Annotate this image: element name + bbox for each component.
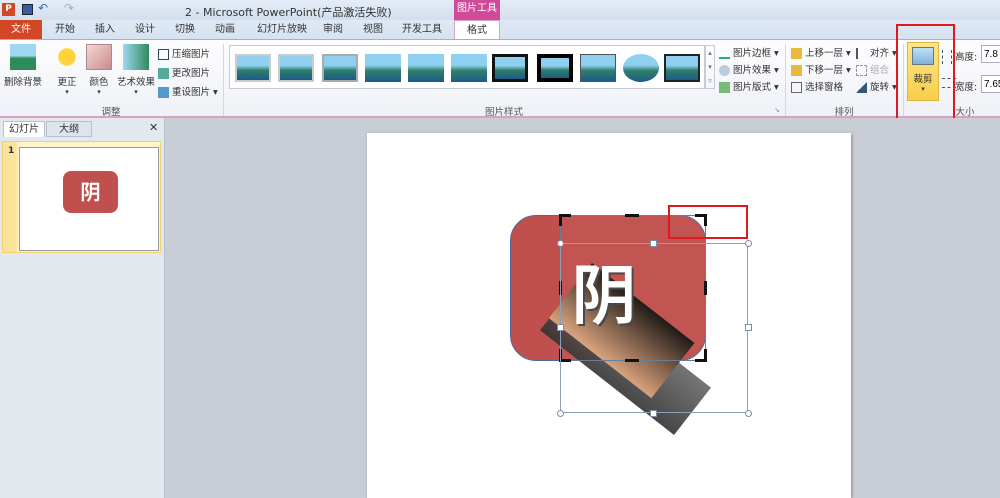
save-icon[interactable] xyxy=(22,4,33,15)
tab-format[interactable]: 格式 xyxy=(454,20,500,40)
width-label: 宽度: xyxy=(955,82,978,93)
style-thumb[interactable] xyxy=(537,54,573,82)
resize-handle[interactable] xyxy=(557,240,564,247)
crop-highlight-box xyxy=(896,24,955,129)
crop-handle[interactable] xyxy=(625,214,639,217)
rotate-button[interactable]: 旋转 ▾ xyxy=(856,79,897,93)
style-thumb[interactable] xyxy=(664,54,700,82)
style-thumb[interactable] xyxy=(365,54,401,82)
group-label-arrange: 排列 xyxy=(834,107,854,118)
resize-handle[interactable] xyxy=(745,410,752,417)
sun-icon xyxy=(54,44,80,70)
change-picture-button[interactable]: 更改图片 xyxy=(158,65,210,79)
ribbon-tabs: 文件 开始 插入 设计 切换 动画 幻灯片放映 审阅 视图 开发工具 格式 xyxy=(0,20,1000,40)
dialog-launcher-icon[interactable]: ↘ xyxy=(774,106,780,114)
resize-handle[interactable] xyxy=(650,410,657,417)
picture-styles-gallery[interactable] xyxy=(229,45,705,89)
redo-icon[interactable]: ↷ xyxy=(64,1,74,15)
style-thumb[interactable] xyxy=(492,54,528,82)
align-button[interactable]: 对齐 ▾ xyxy=(856,45,897,59)
tab-animations[interactable]: 动画 xyxy=(210,20,240,40)
tab-home[interactable]: 开始 xyxy=(50,20,80,40)
resize-handle[interactable] xyxy=(745,324,752,331)
picture-layout-button[interactable]: 图片版式 ▾ xyxy=(719,79,779,93)
artistic-effects-button[interactable]: 艺术效果 ▾ xyxy=(116,44,156,96)
image-bounds xyxy=(560,243,748,413)
style-thumb[interactable] xyxy=(278,54,314,82)
effects-icon xyxy=(719,65,730,76)
color-icon xyxy=(86,44,112,70)
send-backward-button[interactable]: 下移一层 ▾ xyxy=(791,62,851,76)
slides-pane: 幻灯片 大纲 ✕ 1 阴 xyxy=(0,118,165,498)
slide-thumbnail: 阴 xyxy=(19,147,159,251)
rotate-icon xyxy=(856,82,867,93)
style-thumb[interactable] xyxy=(408,54,444,82)
undo-icon[interactable]: ↶ xyxy=(38,1,48,15)
send-backward-icon xyxy=(791,65,802,76)
height-input[interactable] xyxy=(981,45,1000,63)
resize-handle[interactable] xyxy=(745,240,752,247)
align-icon xyxy=(856,48,867,59)
context-tab-label: 图片工具 xyxy=(454,0,500,20)
resize-handle[interactable] xyxy=(650,240,657,247)
style-thumb[interactable] xyxy=(451,54,487,82)
crop-handle[interactable] xyxy=(559,214,562,226)
title-bar: P ↶ ↷ 2 - Microsoft PowerPoint(产品激活失败) 图… xyxy=(0,0,1000,20)
style-thumb[interactable] xyxy=(235,54,271,82)
tab-slideshow[interactable]: 幻灯片放映 xyxy=(252,20,312,40)
divider xyxy=(223,44,224,116)
group-label-styles: 图片样式 xyxy=(484,107,523,118)
tab-design[interactable]: 设计 xyxy=(130,20,160,40)
pencil-icon xyxy=(719,48,730,59)
layout-icon xyxy=(719,82,730,93)
compress-icon xyxy=(158,49,169,60)
window-title: 2 - Microsoft PowerPoint(产品激活失败) xyxy=(185,6,392,19)
compress-pictures-button[interactable]: 压缩图片 xyxy=(158,46,210,60)
tab-developer[interactable]: 开发工具 xyxy=(398,20,446,40)
thumbnail-shape: 阴 xyxy=(63,171,118,213)
style-thumb[interactable] xyxy=(322,54,358,82)
selection-pane-icon xyxy=(791,82,802,93)
resize-handle[interactable] xyxy=(557,410,564,417)
remove-background-button[interactable]: 删除背景 xyxy=(2,44,44,88)
tab-review[interactable]: 审阅 xyxy=(318,20,348,40)
close-pane-button[interactable]: ✕ xyxy=(149,121,158,134)
width-input[interactable] xyxy=(981,75,1000,93)
tab-slides[interactable]: 幻灯片 xyxy=(3,121,45,137)
corrections-button[interactable]: 更正 ▾ xyxy=(52,44,82,96)
style-thumb[interactable] xyxy=(623,54,659,82)
slide-number: 1 xyxy=(8,146,15,156)
artistic-effects-icon xyxy=(123,44,149,70)
tab-insert[interactable]: 插入 xyxy=(90,20,120,40)
slide[interactable]: 阴 xyxy=(367,133,851,498)
style-thumb[interactable] xyxy=(580,54,616,82)
gallery-scroll[interactable]: ▴ ▾ ▿ xyxy=(705,45,715,89)
slide-thumbnail-item[interactable]: 1 阴 xyxy=(2,141,161,253)
tab-file[interactable]: 文件 xyxy=(0,20,42,40)
bring-forward-icon xyxy=(791,48,802,59)
height-label: 高度: xyxy=(955,52,978,63)
remove-background-icon xyxy=(10,44,36,70)
picture-effects-button[interactable]: 图片效果 ▾ xyxy=(719,62,779,76)
picture-border-button[interactable]: 图片边框 ▾ xyxy=(719,45,779,59)
tab-view[interactable]: 视图 xyxy=(358,20,388,40)
ribbon: 删除背景 更正 ▾ 颜色 ▾ 艺术效果 ▾ 压缩图片 更改图片 重设图片 ▾ 调整 ▴… xyxy=(0,39,1000,118)
group-icon xyxy=(856,65,867,76)
tab-transitions[interactable]: 切换 xyxy=(170,20,200,40)
reset-picture-icon xyxy=(158,87,169,98)
change-picture-icon xyxy=(158,68,169,79)
tab-outline[interactable]: 大纲 xyxy=(46,121,92,137)
powerpoint-logo-icon: P xyxy=(2,3,15,16)
resize-handle[interactable] xyxy=(557,324,564,331)
color-button[interactable]: 颜色 ▾ xyxy=(84,44,114,96)
bring-forward-button[interactable]: 上移一层 ▾ xyxy=(791,45,851,59)
group-button: 组合 xyxy=(856,62,889,76)
reset-picture-button[interactable]: 重设图片 ▾ xyxy=(158,84,218,98)
group-label-adjust: 调整 xyxy=(101,107,121,118)
annotation-highlight-box xyxy=(668,205,748,239)
selection-pane-button[interactable]: 选择窗格 xyxy=(791,79,843,93)
